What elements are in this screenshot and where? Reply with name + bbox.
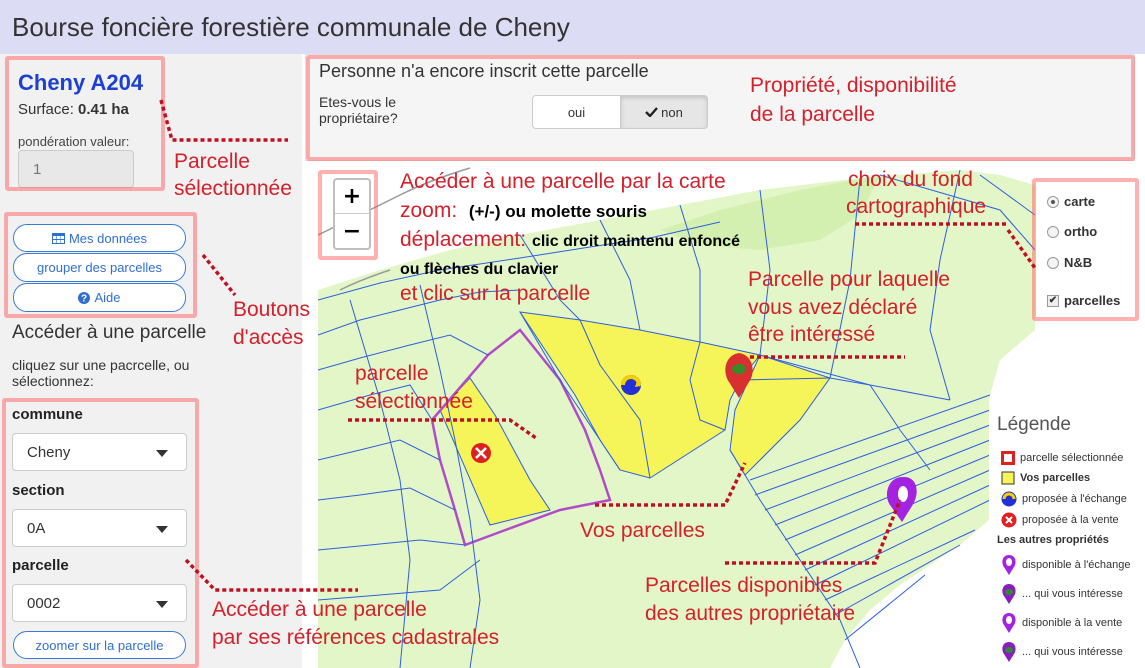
sale-marker-icon — [471, 443, 491, 463]
annotation-cadastre-1: Accéder à une parcelle — [212, 598, 427, 621]
legend-vente-label: proposée à la vente — [1022, 514, 1119, 526]
legend-vos-label: Vos parcelles — [1020, 472, 1091, 484]
legend-item-echange: proposée à l'échange — [1001, 491, 1127, 507]
annotation-parcelle-sel-2: sélectionnée — [174, 177, 292, 200]
annotation-deplacement: déplacement: clic droit maintenu enfoncé — [400, 228, 740, 254]
highlight-layers — [1032, 178, 1139, 321]
legend-item-interesse1: ... qui vous intéresse — [1001, 583, 1123, 605]
annotation-interesse-3: être intéressé — [748, 323, 876, 346]
legend-interesse1-label: ... qui vous intéresse — [1022, 588, 1123, 600]
annotation-boutons-2: d'accès — [233, 326, 304, 349]
legend-title: Légende — [997, 414, 1071, 435]
legend-echange-label: proposée à l'échange — [1022, 493, 1127, 505]
legend-item-vos: Vos parcelles — [1001, 471, 1090, 485]
legend-autres: Les autres propriétés — [997, 534, 1109, 546]
annotation-map-sel-1: parcelle — [355, 362, 429, 385]
access-hint: cliquez sur une pacrcelle, ou sélectionn… — [12, 357, 190, 389]
access-title: Accéder à une parcelle — [12, 322, 207, 343]
annotation-deplacement-label: déplacement: — [400, 228, 527, 251]
annotation-zoom-label: zoom: — [400, 199, 458, 222]
annotation-zoom-text: (+/-) ou molette souris — [468, 202, 647, 221]
annotation-fleches-text: ou flèches du clavier — [400, 261, 559, 278]
highlight-property-panel — [306, 55, 1135, 161]
app-header: Bourse foncière forestière communale de … — [0, 0, 1145, 54]
legend-item-dispo-echange: disponible à l'échange — [1001, 554, 1131, 576]
annotation-deplacement-text: clic droit maintenu enfoncé — [531, 233, 740, 250]
annotation-acceder-carte: Accéder à une parcelle par la carte — [400, 170, 726, 193]
highlight-zoom — [318, 170, 378, 260]
highlight-parcel-info — [5, 56, 165, 191]
purple-pin-icon — [1002, 613, 1016, 633]
annotation-map-sel-2: sélectionnée — [355, 390, 473, 413]
highlight-selectors — [2, 398, 199, 668]
annotation-boutons-1: Boutons — [233, 298, 311, 321]
selected-square-icon — [1001, 451, 1015, 465]
legend-item-vente: proposée à la vente — [1001, 512, 1119, 528]
annotation-fleches: ou flèches du clavier — [400, 256, 558, 282]
annotation-dispo-1: Parcelles disponibles — [645, 574, 843, 597]
annotation-fond-1: choix du fond — [848, 168, 973, 191]
page-title: Bourse foncière forestière communale de … — [12, 12, 570, 42]
legend-item-selected: parcelle sélectionnée — [1001, 451, 1123, 465]
annotation-dispo-2: des autres propriétaire — [645, 602, 856, 625]
echange-icon — [1001, 491, 1017, 507]
annotation-propriete-2: de la parcelle — [750, 103, 875, 126]
legend-item-interesse2: ... qui vous intéresse — [1001, 641, 1123, 663]
legend-item-dispo-vente: disponible à la vente — [1001, 612, 1122, 634]
echange-marker-icon — [621, 375, 641, 395]
annotation-propriete-1: Propriété, disponibilité — [750, 74, 957, 97]
annotation-fond-2: cartographique — [846, 195, 987, 218]
legend-dispo-vente-label: disponible à la vente — [1022, 617, 1123, 629]
annotation-interesse-1: Parcelle pour laquelle — [748, 268, 950, 291]
annotation-zoom: zoom: (+/-) ou molette souris — [400, 199, 647, 224]
legend-interesse2-label: ... qui vous intéresse — [1022, 646, 1123, 658]
highlight-buttons — [4, 212, 197, 318]
legend-selected-label: parcelle sélectionnée — [1020, 452, 1124, 464]
annotation-parcelle-sel-1: Parcelle — [174, 150, 250, 173]
annotation-vos-parcelles: Vos parcelles — [580, 519, 705, 542]
legend-dispo-echange-label: disponible à l'échange — [1022, 559, 1131, 571]
purple-pin-icon — [1002, 555, 1016, 575]
annotation-interesse-2: vous avez déclaré — [748, 296, 918, 319]
yellow-square-icon — [1001, 471, 1015, 485]
vente-icon — [1001, 512, 1017, 528]
annotation-clic-parcelle: et clic sur la parcelle — [400, 282, 591, 305]
purple-green-pin-icon — [1002, 642, 1016, 662]
annotation-cadastre-2: par ses références cadastrales — [212, 626, 500, 649]
purple-green-pin-icon — [1002, 584, 1016, 604]
